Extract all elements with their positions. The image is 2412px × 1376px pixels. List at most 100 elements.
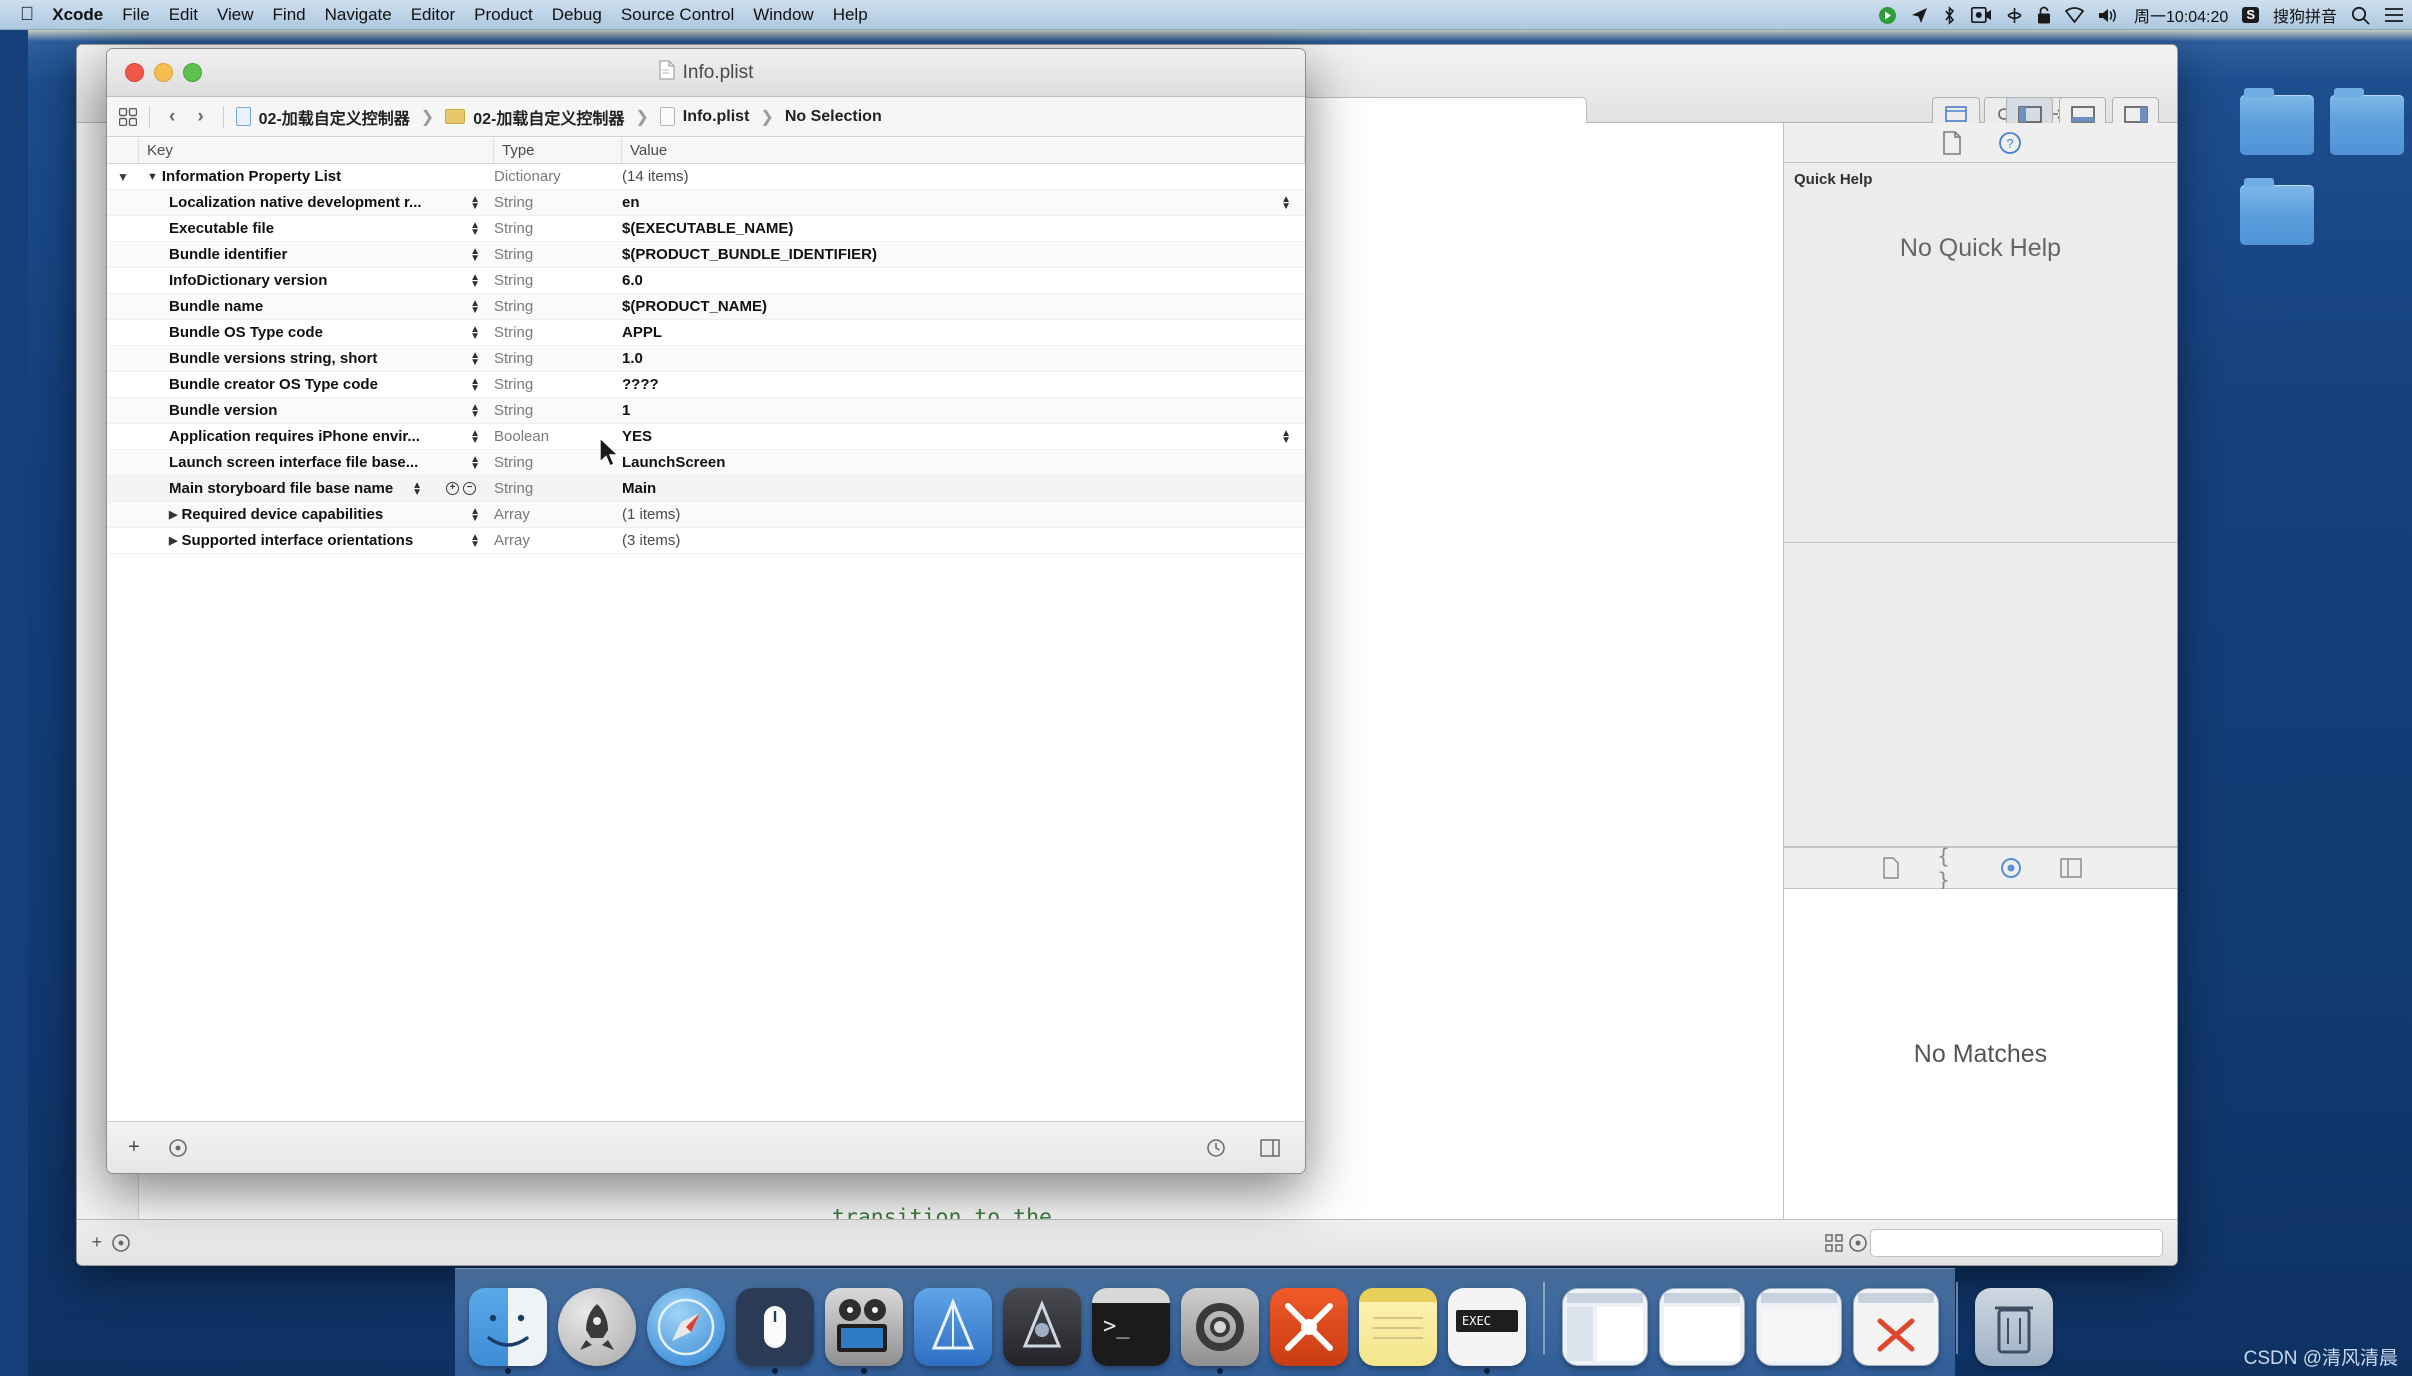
menu-item-find[interactable]: Find: [273, 5, 306, 25]
table-row[interactable]: Bundle versions string, short ▲ ▼ String 1.0: [107, 346, 1305, 372]
table-row[interactable]: Bundle OS Type code ▲ ▼ String APPL: [107, 320, 1305, 346]
table-row[interactable]: ▶ Required device capabilities ▲ ▼ Array (1 i…: [107, 502, 1305, 528]
cell-type[interactable]: String: [494, 272, 622, 289]
related-items-icon[interactable]: [119, 107, 137, 126]
cell-type[interactable]: String: [494, 350, 622, 367]
cell-value[interactable]: ????: [622, 376, 1305, 393]
cell-key[interactable]: Bundle creator OS Type code ▲ ▼: [139, 376, 494, 393]
cell-value[interactable]: (3 items): [622, 532, 1305, 549]
key-stepper-icon[interactable]: ▲ ▼: [470, 298, 480, 315]
table-row[interactable]: ▶ Supported interface orientations ▲ ▼ Array…: [107, 528, 1305, 554]
table-row[interactable]: Bundle identifier ▲ ▼ String $(PRODUCT_BUNDL…: [107, 242, 1305, 268]
chevron-right-icon[interactable]: ›: [190, 106, 210, 128]
key-stepper-icon[interactable]: ▲ ▼: [412, 480, 422, 497]
cell-key[interactable]: Application requires iPhone envir... ▲ ▼: [139, 428, 494, 445]
cell-value[interactable]: en ▲ ▼: [622, 194, 1305, 212]
input-method-label[interactable]: 搜狗拼音: [2273, 3, 2337, 27]
dock-window-preview-3[interactable]: [1756, 1288, 1842, 1366]
add-remove-buttons[interactable]: + −: [446, 482, 476, 495]
cell-value[interactable]: YES ▲ ▼: [622, 428, 1305, 446]
cell-key[interactable]: Executable file ▲ ▼: [139, 220, 494, 237]
utilities-inspector[interactable]: ? Quick Help No Quick Help { } No Matche…: [1783, 123, 2177, 1219]
key-stepper-icon[interactable]: ▲ ▼: [470, 350, 480, 367]
zoom-button[interactable]: [183, 63, 202, 82]
cell-key[interactable]: InfoDictionary version ▲ ▼: [139, 272, 494, 289]
file-inspector-icon[interactable]: [1939, 130, 1965, 156]
dock-item-xmind[interactable]: [1270, 1288, 1348, 1366]
menu-item-edit[interactable]: Edit: [169, 5, 198, 25]
cell-key[interactable]: Bundle name ▲ ▼: [139, 298, 494, 315]
dock-item-xcode-beta[interactable]: [1003, 1288, 1081, 1366]
trash-icon[interactable]: [1975, 1288, 2053, 1366]
table-row[interactable]: Main storyboard file base name ▲ ▼ + − String…: [107, 476, 1305, 502]
menu-bar[interactable]:  Xcode File Edit View Find Navigate Edi…: [0, 0, 2412, 30]
cell-value[interactable]: $(EXECUTABLE_NAME): [622, 220, 1305, 237]
dock-window-preview-2[interactable]: [1659, 1288, 1745, 1366]
cell-type[interactable]: Array: [494, 532, 622, 549]
cell-value[interactable]: 1: [622, 402, 1305, 419]
cell-value[interactable]: (14 items): [622, 168, 1305, 185]
filter-circle-icon[interactable]: [109, 1228, 133, 1258]
control-center-list-icon[interactable]: [2384, 7, 2404, 23]
disclosure-closed-icon[interactable]: ▶: [169, 508, 177, 521]
key-stepper-icon[interactable]: ▲ ▼: [470, 220, 480, 237]
apple-logo-icon[interactable]: : [20, 5, 34, 24]
table-row[interactable]: Bundle version ▲ ▼ String 1: [107, 398, 1305, 424]
key-stepper-icon[interactable]: ▲ ▼: [470, 272, 480, 289]
location-arrow-icon[interactable]: [1911, 7, 1928, 24]
cell-type[interactable]: String: [494, 194, 622, 211]
cell-type[interactable]: String: [494, 246, 622, 263]
vpn-icon[interactable]: [2006, 7, 2023, 24]
cell-type[interactable]: Array: [494, 506, 622, 523]
value-stepper-icon[interactable]: ▲ ▼: [1281, 429, 1291, 446]
cell-value[interactable]: LaunchScreen: [622, 454, 1305, 471]
input-method-badge[interactable]: S: [2242, 7, 2259, 23]
menu-item-editor[interactable]: Editor: [411, 5, 455, 25]
media-library-icon[interactable]: [2058, 855, 2084, 881]
cell-value[interactable]: APPL: [622, 324, 1305, 341]
table-row[interactable]: Bundle name ▲ ▼ String $(PRODUCT_NAME): [107, 294, 1305, 320]
key-stepper-icon[interactable]: ▲ ▼: [470, 428, 480, 445]
disclosure-open-icon[interactable]: ▼: [147, 171, 158, 183]
library-tab-bar[interactable]: { }: [1784, 844, 2177, 892]
dock-item-terminal[interactable]: >_: [1092, 1288, 1170, 1366]
breadcrumb-item-project[interactable]: 02-加载自定义控制器: [259, 105, 410, 129]
value-stepper-icon[interactable]: ▲ ▼: [1281, 195, 1291, 212]
screen-recording-icon[interactable]: [1971, 7, 1992, 23]
cell-key[interactable]: ▶ Required device capabilities ▲ ▼: [139, 506, 494, 523]
cell-value[interactable]: 6.0: [622, 272, 1305, 289]
cell-key[interactable]: Launch screen interface file base... ▲ ▼: [139, 454, 494, 471]
menu-item-debug[interactable]: Debug: [552, 5, 602, 25]
desktop-folder[interactable]: [2240, 88, 2314, 155]
table-row[interactable]: Localization native development r... ▲ ▼ St…: [107, 190, 1305, 216]
cell-key[interactable]: Bundle identifier ▲ ▼: [139, 246, 494, 263]
menu-bar-clock[interactable]: 周一10:04:20: [2134, 3, 2228, 27]
disclosure-triangle-icon[interactable]: ▼: [107, 170, 139, 184]
table-header-key[interactable]: Key: [139, 138, 494, 163]
cell-type[interactable]: String: [494, 480, 622, 497]
dock-item-finder[interactable]: [469, 1288, 547, 1366]
plist-title-bar[interactable]: Info.plist: [107, 49, 1305, 97]
dock-window-preview-4[interactable]: [1853, 1288, 1939, 1366]
table-body[interactable]: ▼ ▼ Information Property List Dictionary (14…: [107, 164, 1305, 554]
plus-icon[interactable]: +: [117, 1131, 151, 1165]
search-icon[interactable]: [2351, 6, 2370, 25]
cell-value[interactable]: $(PRODUCT_NAME): [622, 298, 1305, 315]
volume-icon[interactable]: [2098, 7, 2120, 24]
dock-item-exec-app[interactable]: EXEC: [1448, 1288, 1526, 1366]
key-stepper-icon[interactable]: ▲ ▼: [470, 246, 480, 263]
key-stepper-icon[interactable]: ▲ ▼: [470, 194, 480, 211]
code-snippet-library-icon[interactable]: { }: [1938, 844, 1964, 892]
clock-icon[interactable]: [1199, 1131, 1233, 1165]
menu-item-window[interactable]: Window: [753, 5, 813, 25]
panel-icon[interactable]: [1253, 1131, 1287, 1165]
chevron-left-icon[interactable]: ‹: [162, 106, 182, 128]
table-row[interactable]: InfoDictionary version ▲ ▼ String 6.0: [107, 268, 1305, 294]
file-template-library-icon[interactable]: [1878, 855, 1904, 881]
cell-key[interactable]: ▶ Supported interface orientations ▲ ▼: [139, 532, 494, 549]
menu-item-xcode[interactable]: Xcode: [52, 5, 103, 25]
cell-key[interactable]: Localization native development r... ▲ ▼: [139, 194, 494, 211]
menu-item-view[interactable]: View: [217, 5, 254, 25]
key-stepper-icon[interactable]: ▲ ▼: [470, 532, 480, 549]
table-row[interactable]: Executable file ▲ ▼ String $(EXECUTABLE_NAME…: [107, 216, 1305, 242]
